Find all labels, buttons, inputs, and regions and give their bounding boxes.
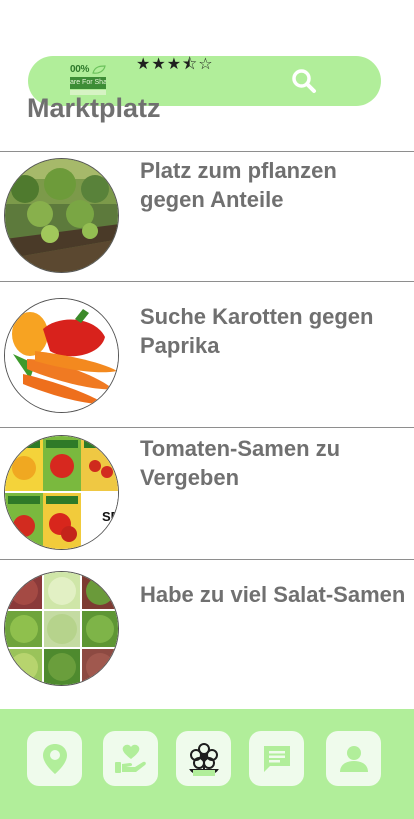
listing-item[interactable]: Platz zum pflanzen gegen Anteile [0,152,414,281]
nav-chat-button[interactable] [249,731,304,786]
search-button[interactable] [291,68,317,94]
listing-title: Habe zu viel Salat-Samen [140,582,406,607]
location-pin-icon [42,743,67,774]
empty-star-icon: ☆ [198,56,213,73]
listing-title: Tomaten-Samen zu Vergeben [140,436,341,490]
marketplace-screen: 00% are For Share ★ ★ ★ ⯪ ☆ Marktplatz [0,0,414,819]
nav-map-button[interactable] [27,731,82,786]
page-title: Marktplatz [27,93,161,123]
carrots-peppers-photo [4,298,119,413]
nav-donate-button[interactable] [103,731,158,786]
logo-text-band: are For Share [70,77,106,89]
heart-hand-icon [114,744,146,773]
packet-label-text: SE [102,509,119,524]
half-star-icon: ⯪ [182,56,198,73]
profile-icon [339,745,368,772]
nav-profile-button[interactable] [326,731,381,786]
listing-item[interactable]: Suche Karotten gegen Paprika [0,282,414,427]
listing-item[interactable]: SE Tomaten-Samen zu Vergeben [0,428,414,559]
listing-item[interactable]: Habe zu viel Salat-Samen [0,560,414,700]
star-icon: ★ [151,56,166,73]
search-icon [292,69,316,93]
leaf-icon [92,65,106,74]
chat-icon [263,745,290,772]
nav-garden-button[interactable] [176,731,231,786]
lettuce-varieties-photo [4,571,119,686]
star-icon: ★ [136,56,151,73]
listing-title: Platz zum pflanzen gegen Anteile [140,158,337,212]
flower-icon [188,742,219,776]
tomato-seed-packets-photo: SE [4,435,119,550]
bottom-navigation [0,709,414,819]
star-rating: ★ ★ ★ ⯪ ☆ [136,56,213,74]
listing-list: Platz zum pflanzen gegen Anteile Suche K… [0,151,414,700]
app-logo: 00% are For Share [70,64,106,96]
listing-title: Suche Karotten gegen Paprika [140,304,374,358]
logo-text-top: 00% [70,64,90,75]
garden-bed-photo [4,158,119,273]
star-icon: ★ [166,56,182,73]
